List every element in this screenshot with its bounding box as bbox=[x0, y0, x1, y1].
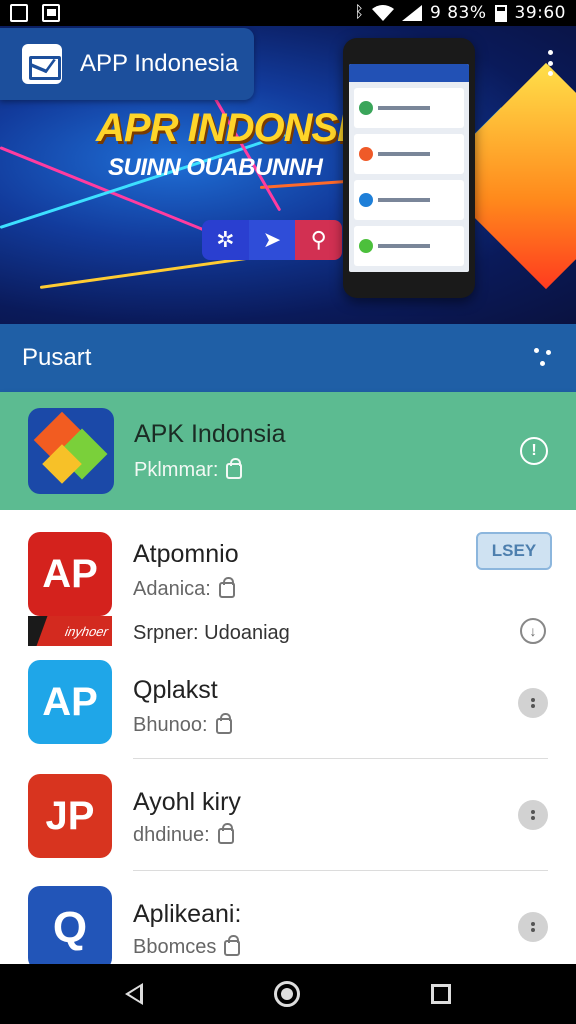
banner-headline: APR INDONSIA bbox=[96, 106, 376, 150]
search-button[interactable]: ⚲ bbox=[295, 220, 342, 260]
featured-app-sub: Pklmmar: bbox=[134, 459, 219, 481]
section-title: Pusart bbox=[22, 344, 92, 371]
app-meta: Bbomces bbox=[133, 934, 241, 959]
app-list: AP Atpomnio Adanica: LSEY inyhoer Srpner… bbox=[0, 510, 576, 964]
app-sub: Bbomces bbox=[133, 936, 217, 958]
app-meta: Adanica: bbox=[133, 576, 235, 601]
image-icon bbox=[10, 4, 28, 22]
featured-app-name: APK Indonsia bbox=[134, 420, 286, 448]
app-icon-text: Q bbox=[52, 903, 88, 952]
app-name: Ayohl kiry bbox=[133, 788, 241, 816]
featured-app-row[interactable]: APK Indonsia Pklmmar: ! bbox=[0, 392, 576, 510]
home-icon[interactable] bbox=[273, 981, 300, 1007]
search-icon: ⚲ bbox=[310, 227, 327, 252]
app-icon-text: JP bbox=[45, 793, 95, 838]
featured-app-icon bbox=[28, 408, 114, 494]
list-item[interactable]: AP Atpomnio Adanica: LSEY inyhoer Srpner… bbox=[0, 510, 576, 650]
info-icon[interactable]: ! bbox=[520, 437, 548, 465]
navigation-bar bbox=[0, 964, 576, 1024]
bluetooth-icon: ᛒ bbox=[354, 4, 364, 21]
screen: ᛒ 9 83% 39:60 APP Indonesia APR INDONSIA… bbox=[0, 0, 576, 1024]
bag-icon bbox=[226, 457, 243, 479]
app-sub: dhdinue: bbox=[133, 824, 210, 846]
app-name: Atpomnio bbox=[133, 540, 239, 568]
settings-button[interactable]: ✲ bbox=[202, 220, 249, 260]
flag-icon bbox=[42, 4, 60, 22]
app-sub: Bhunoo: bbox=[133, 714, 208, 736]
app-title-chip[interactable]: APP Indonesia bbox=[0, 28, 254, 100]
banner-subline: SUINN OUABUNNH bbox=[108, 154, 323, 181]
promo-tag: inyhoer bbox=[28, 616, 112, 646]
app-name: Aplikeani: bbox=[133, 900, 242, 928]
app-icon: Q bbox=[28, 886, 112, 964]
promo-tag-label: inyhoer bbox=[62, 623, 112, 639]
arrow-icon: ➤ bbox=[262, 227, 282, 252]
promo-text: Srpner: Udoaniag bbox=[133, 622, 290, 644]
app-icon: JP bbox=[28, 774, 112, 858]
bag-icon bbox=[215, 712, 232, 734]
battery-icon bbox=[494, 4, 507, 22]
clock: 39:60 bbox=[514, 3, 566, 23]
more-options-icon[interactable] bbox=[518, 688, 548, 718]
share-button[interactable]: ➤ bbox=[248, 220, 296, 260]
signal-icon bbox=[401, 5, 422, 21]
bag-icon bbox=[224, 934, 241, 956]
app-meta: dhdinue: bbox=[133, 822, 234, 847]
more-options-icon[interactable] bbox=[518, 912, 548, 942]
wifi-icon bbox=[371, 5, 394, 21]
hero-banner: APP Indonesia APR INDONSIA SUINN OUABUNN… bbox=[0, 26, 576, 324]
app-sub: Adanica: bbox=[133, 578, 211, 600]
branch-icon[interactable] bbox=[534, 348, 554, 368]
recents-icon[interactable] bbox=[430, 984, 451, 1004]
back-icon[interactable] bbox=[125, 983, 144, 1005]
gear-icon: ✲ bbox=[216, 227, 235, 252]
status-bar: ᛒ 9 83% 39:60 bbox=[0, 0, 576, 26]
battery-percent: 9 83% bbox=[429, 3, 487, 23]
list-item[interactable]: JP Ayohl kiry dhdinue: bbox=[0, 762, 576, 874]
divider bbox=[133, 758, 548, 759]
list-item[interactable]: AP Qplakst Bhunoo: bbox=[0, 650, 576, 762]
app-name: Qplakst bbox=[133, 676, 218, 704]
install-button[interactable]: LSEY bbox=[476, 532, 552, 570]
app-title: APP Indonesia bbox=[80, 50, 239, 77]
list-item[interactable]: Q Aplikeani: Bbomces bbox=[0, 874, 576, 964]
bag-icon bbox=[217, 822, 234, 844]
app-icon: AP bbox=[28, 660, 112, 744]
more-options-icon[interactable] bbox=[518, 800, 548, 830]
section-header: Pusart bbox=[0, 324, 576, 392]
phone-mockup bbox=[343, 38, 475, 298]
app-icon: AP bbox=[28, 532, 112, 616]
overflow-menu-icon[interactable] bbox=[546, 50, 554, 76]
bag-icon bbox=[218, 576, 235, 598]
divider bbox=[133, 870, 548, 871]
banner-action-group: ✲ ➤ ⚲ bbox=[202, 220, 342, 260]
app-icon-text: AP bbox=[42, 679, 98, 724]
app-icon-text: AP bbox=[42, 551, 98, 596]
app-meta: Bhunoo: bbox=[133, 712, 232, 737]
download-icon[interactable]: ↓ bbox=[520, 618, 546, 644]
app-logo-icon bbox=[22, 44, 62, 84]
featured-app-meta: Pklmmar: bbox=[134, 457, 286, 482]
